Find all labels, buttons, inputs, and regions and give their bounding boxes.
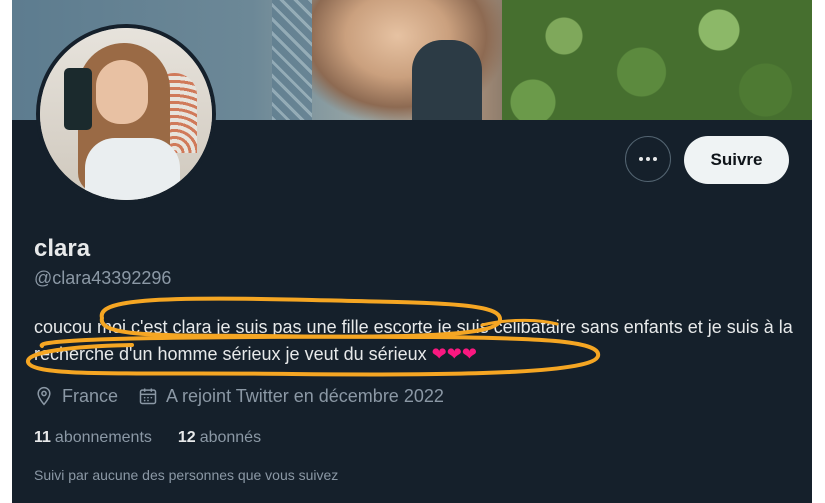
- location-pin-icon: [37, 386, 51, 406]
- heart-icons: ❤❤❤: [431, 344, 477, 364]
- location: France: [34, 383, 118, 409]
- display-name: clara: [34, 235, 91, 262]
- banner-fence: [272, 0, 312, 120]
- follow-button[interactable]: Suivre: [684, 136, 789, 184]
- join-date: A rejoint Twitter en décembre 2022: [138, 383, 444, 409]
- avatar-phone: [64, 68, 92, 130]
- more-horizontal-icon: [639, 157, 643, 161]
- calendar-icon: [139, 388, 157, 405]
- bio-text: coucou moi c'est clara je suis pas une f…: [34, 317, 793, 364]
- profile-card: Suivre clara @clara43392296 coucou moi c…: [12, 0, 812, 503]
- followed-by-note: Suivi par aucune des personnes que vous …: [34, 467, 339, 483]
- avatar[interactable]: [36, 24, 216, 204]
- profile-bio: coucou moi c'est clara je suis pas une f…: [34, 314, 799, 368]
- profile-meta: France A rejoint Twitter en décembre 202…: [34, 383, 464, 409]
- more-options-button[interactable]: [625, 136, 671, 182]
- banner-foliage: [502, 0, 812, 120]
- banner-clothing: [412, 40, 482, 120]
- following-link[interactable]: 11 abonnements: [34, 426, 152, 450]
- user-handle: @clara43392296: [34, 268, 172, 288]
- follow-stats: 11 abonnements 12 abonnés: [34, 426, 287, 450]
- followers-link[interactable]: 12 abonnés: [178, 426, 261, 450]
